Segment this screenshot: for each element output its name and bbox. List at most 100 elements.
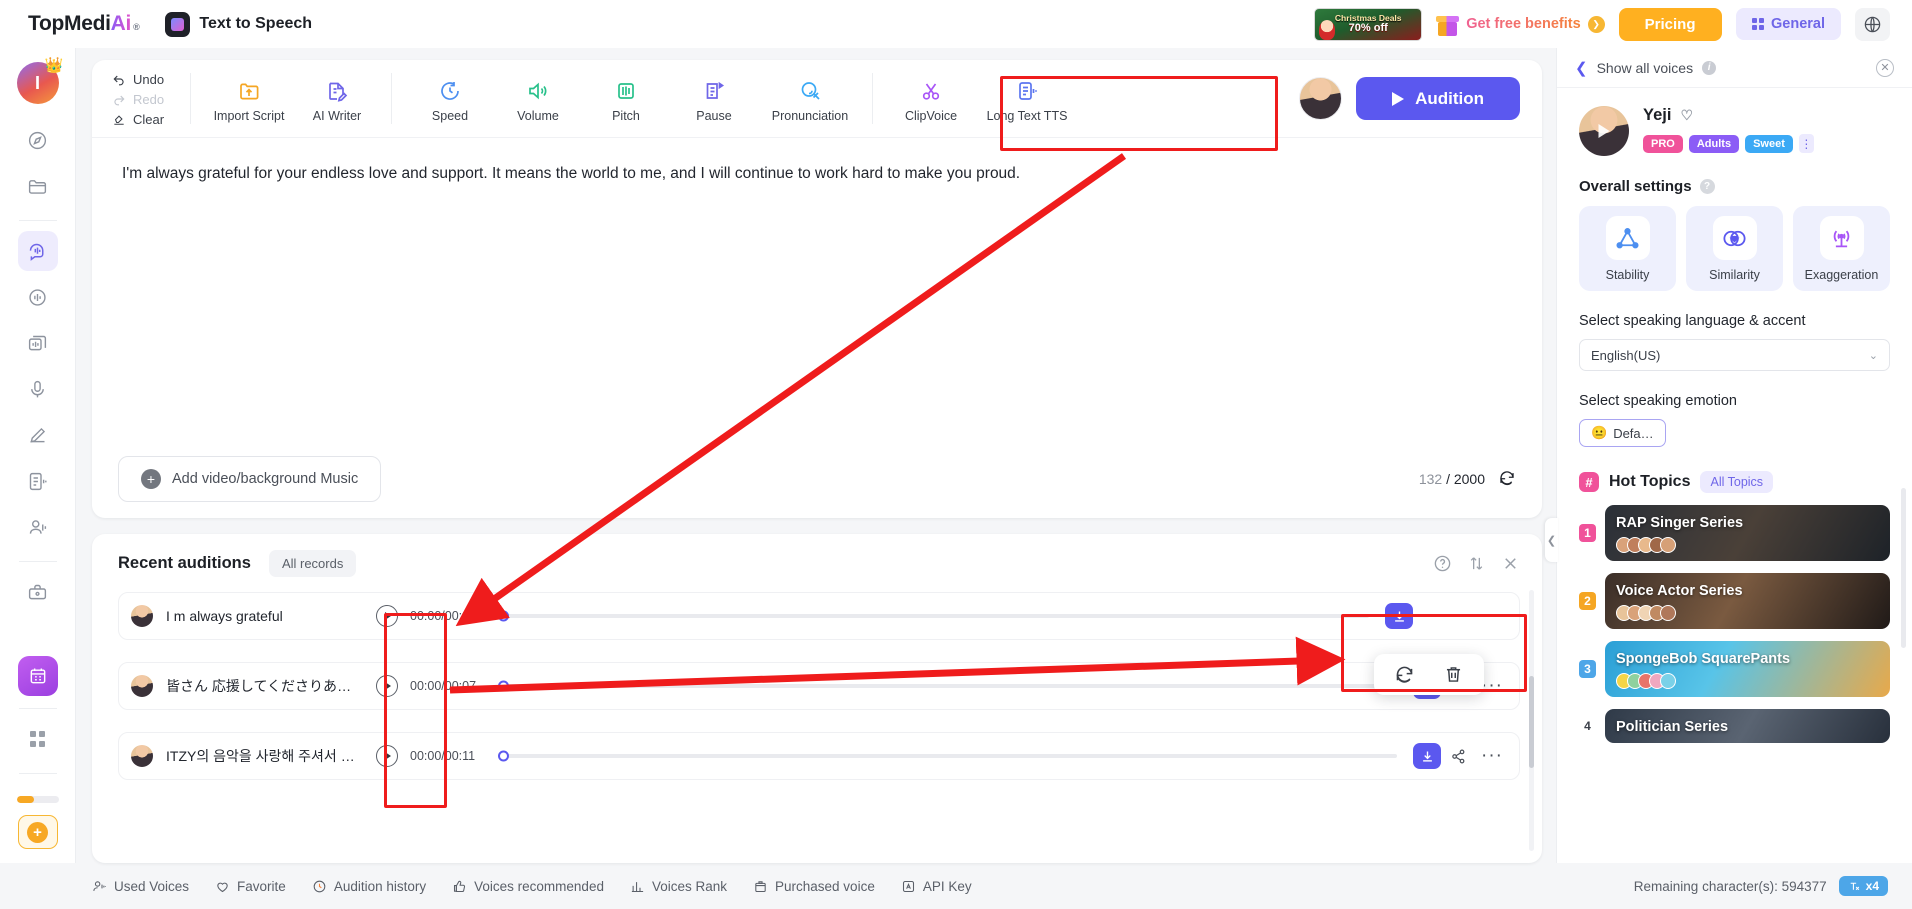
- topic-card[interactable]: SpongeBob SquarePants: [1605, 641, 1890, 697]
- list-item[interactable]: 4 Politician Series: [1579, 709, 1890, 743]
- play-button[interactable]: [376, 605, 398, 627]
- sidebar-item-video-dubbing[interactable]: [18, 507, 58, 547]
- similarity-setting[interactable]: Similarity: [1686, 206, 1783, 291]
- voices-rank-button[interactable]: Voices Rank: [630, 879, 727, 894]
- ai-writer-button[interactable]: AI Writer: [293, 74, 381, 123]
- help-icon[interactable]: ?: [1699, 179, 1715, 194]
- volume-button[interactable]: Volume: [494, 74, 582, 123]
- language-globe-button[interactable]: [1855, 7, 1890, 41]
- pause-button[interactable]: Pause: [670, 74, 758, 123]
- speed-label: Speed: [431, 109, 469, 123]
- audition-history-button[interactable]: Audition history: [312, 879, 426, 894]
- stability-setting[interactable]: Stability: [1579, 206, 1676, 291]
- undo-button[interactable]: Undo: [108, 71, 180, 88]
- auditions-scrollbar[interactable]: [1529, 590, 1534, 851]
- list-item[interactable]: 3 SpongeBob SquarePants: [1579, 641, 1890, 697]
- download-button[interactable]: [1413, 743, 1441, 769]
- clear-button[interactable]: Clear: [108, 111, 180, 128]
- sidebar-item-folder[interactable]: [18, 166, 58, 206]
- topic-card[interactable]: RAP Singer Series: [1605, 505, 1890, 561]
- close-panel-button[interactable]: ✕: [1876, 58, 1894, 77]
- pronunciation-button[interactable]: Pronunciation: [758, 74, 862, 123]
- list-item[interactable]: 1 RAP Singer Series: [1579, 505, 1890, 561]
- general-button[interactable]: General: [1735, 8, 1841, 40]
- left-sidebar: I 👑 +: [0, 48, 76, 863]
- language-label: Select speaking language & accent: [1579, 313, 1806, 329]
- table-row[interactable]: 皆さん 応援してくださりあり… 00:00/00:07 ···: [118, 662, 1520, 710]
- refresh-icon[interactable]: [1498, 469, 1516, 490]
- all-records-button[interactable]: All records: [268, 549, 357, 577]
- list-item[interactable]: 2 Voice Actor Series: [1579, 573, 1890, 629]
- slider-knob[interactable]: [498, 610, 509, 622]
- info-icon[interactable]: i: [1702, 60, 1717, 75]
- multiplier-badge[interactable]: x4: [1838, 876, 1888, 896]
- selected-voice-avatar[interactable]: [1299, 77, 1343, 120]
- panel-collapse-handle[interactable]: ❮: [1545, 518, 1558, 562]
- script-editor[interactable]: I'm always grateful for your endless lov…: [92, 138, 1542, 440]
- purchased-voice-button[interactable]: Purchased voice: [753, 879, 875, 894]
- pitch-button[interactable]: Pitch: [582, 74, 670, 123]
- voices-rank-label: Voices Rank: [651, 878, 728, 894]
- language-select[interactable]: English(US) ⌄: [1579, 339, 1890, 371]
- topic-card[interactable]: Politician Series: [1605, 709, 1890, 743]
- sidebar-item-long-text-tts[interactable]: [18, 461, 58, 501]
- sort-updown-icon[interactable]: [1468, 555, 1485, 572]
- get-free-benefits-button[interactable]: Get free benefits ❯: [1436, 13, 1605, 36]
- sidebar-item-recorder[interactable]: [18, 369, 58, 409]
- voice-more-button[interactable]: ⋮: [1798, 134, 1814, 153]
- sidebar-item-toolbox[interactable]: [18, 572, 58, 612]
- slider-knob[interactable]: [498, 680, 509, 692]
- broadcast-icon: [1819, 216, 1864, 260]
- audition-button[interactable]: Audition: [1356, 77, 1520, 120]
- add-video-background-music-button[interactable]: + Add video/background Music: [118, 456, 382, 502]
- used-voices-button[interactable]: Used Voices: [92, 879, 189, 894]
- user-avatar[interactable]: I 👑: [16, 57, 64, 104]
- sidebar-item-explore[interactable]: [18, 120, 58, 160]
- api-key-button[interactable]: API Key: [901, 879, 972, 894]
- audio-progress-slider[interactable]: [498, 680, 1397, 692]
- brand-logo[interactable]: TopMedi Ai ®: [28, 12, 140, 36]
- close-icon[interactable]: [1501, 554, 1520, 573]
- regenerate-icon[interactable]: [1394, 664, 1415, 685]
- topic-card[interactable]: Voice Actor Series: [1605, 573, 1890, 629]
- exaggeration-setting[interactable]: Exaggeration: [1793, 206, 1890, 291]
- voice-avatar-play[interactable]: [1579, 106, 1629, 156]
- topic-avatars: [1616, 537, 1890, 553]
- emotion-chip[interactable]: 😐 Defa…: [1579, 419, 1666, 447]
- right-panel-scrollbar[interactable]: [1901, 488, 1906, 648]
- show-all-voices-button[interactable]: ❮ Show all voices i: [1575, 59, 1717, 77]
- voices-recommended-button[interactable]: Voices recommended: [452, 879, 604, 894]
- sidebar-item-voice-changer[interactable]: [18, 277, 58, 317]
- long-text-tts-button[interactable]: Long Text TTS: [975, 74, 1079, 123]
- clipvoice-button[interactable]: ClipVoice: [887, 74, 975, 123]
- play-button[interactable]: [376, 675, 398, 697]
- table-row[interactable]: ITZY의 음악을 사랑해 주셔서 … 00:00/00:11 ···: [118, 732, 1520, 780]
- audio-progress-slider[interactable]: [498, 750, 1397, 762]
- play-button[interactable]: [376, 745, 398, 767]
- speed-button[interactable]: Speed: [406, 74, 494, 123]
- slider-knob[interactable]: [498, 750, 509, 762]
- heart-icon[interactable]: ♡: [1680, 107, 1693, 124]
- hot-topics-header: # Hot Topics All Topics: [1579, 471, 1890, 493]
- sidebar-item-voice-cloning[interactable]: [18, 323, 58, 363]
- audition-time: 00:00/00:07: [410, 679, 477, 693]
- christmas-deals-banner[interactable]: Christmas Deals 70% off: [1314, 7, 1423, 41]
- all-topics-button[interactable]: All Topics: [1700, 471, 1774, 493]
- redo-button[interactable]: Redo: [108, 91, 180, 108]
- pricing-button[interactable]: Pricing: [1618, 7, 1722, 41]
- trash-icon[interactable]: [1443, 664, 1464, 685]
- toolbar-group-import: Import Script AI Writer: [205, 60, 381, 137]
- editor-text-content[interactable]: I'm always grateful for your endless lov…: [122, 162, 1512, 187]
- download-button[interactable]: [1385, 603, 1413, 629]
- help-circle-icon[interactable]: [1433, 554, 1452, 573]
- sidebar-item-promo-calendar[interactable]: [17, 656, 58, 696]
- favorite-button[interactable]: Favorite: [215, 879, 286, 894]
- sidebar-item-ai-writer[interactable]: [18, 415, 58, 455]
- add-credits-button[interactable]: +: [17, 815, 58, 849]
- sidebar-item-text-to-speech[interactable]: [17, 231, 58, 271]
- import-script-button[interactable]: Import Script: [205, 74, 293, 123]
- audio-progress-slider[interactable]: [498, 610, 1369, 622]
- table-row[interactable]: I m always grateful 00:00/00:09: [118, 592, 1520, 640]
- sidebar-item-apps[interactable]: [18, 719, 58, 759]
- share-button[interactable]: [1441, 748, 1475, 765]
